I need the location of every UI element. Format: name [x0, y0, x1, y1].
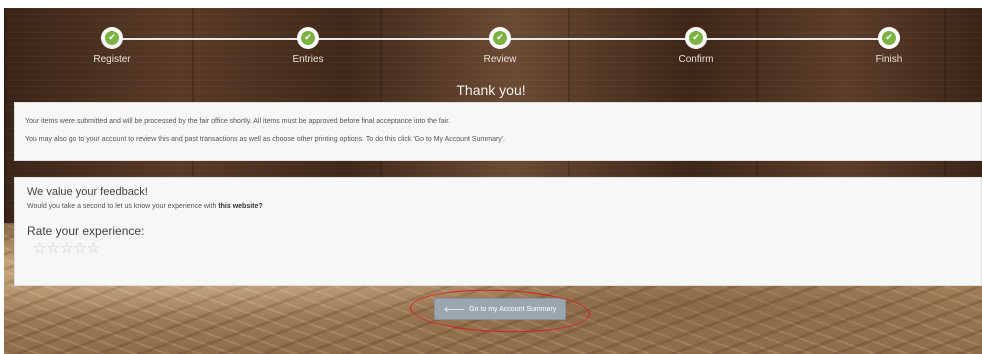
step-circle: ✔	[685, 27, 707, 49]
feedback-heading: We value your feedback!	[27, 186, 148, 198]
step-circle: ✔	[489, 27, 511, 49]
step-label: Register	[93, 54, 131, 65]
feedback-panel: We value your feedback! Would you take a…	[14, 177, 982, 286]
step-confirm: ✔ Confirm	[636, 27, 756, 65]
step-review: ✔ Review	[440, 27, 560, 65]
page-title: Thank you!	[456, 82, 526, 98]
check-icon: ✔	[105, 31, 119, 45]
step-label: Confirm	[678, 54, 714, 65]
rate-heading: Rate your experience:	[27, 224, 145, 238]
page: ✔ Register ✔ Entries ✔ Review ✔ Confirm …	[0, 0, 982, 354]
star-icon[interactable]: ☆	[46, 240, 59, 256]
step-label: Entries	[292, 54, 324, 65]
step-register: ✔ Register	[52, 27, 172, 65]
step-circle: ✔	[297, 27, 319, 49]
confirmation-message: Your items were submitted and will be pr…	[25, 118, 451, 125]
star-icon[interactable]: ☆	[33, 240, 46, 256]
account-instructions: You may also go to your account to revie…	[25, 136, 506, 143]
star-rating[interactable]: ☆ ☆ ☆ ☆ ☆	[27, 240, 971, 256]
confirmation-panel: Your items were submitted and will be pr…	[14, 102, 982, 161]
check-icon: ✔	[301, 31, 315, 45]
step-entries: ✔ Entries	[248, 27, 368, 65]
feedback-website-link[interactable]: this website?	[218, 203, 262, 210]
step-circle: ✔	[878, 27, 900, 49]
step-label: Finish	[875, 54, 903, 65]
step-circle: ✔	[101, 27, 123, 49]
check-icon: ✔	[689, 31, 703, 45]
feedback-question-text: Would you take a second to let us know y…	[27, 203, 219, 210]
check-icon: ✔	[882, 31, 896, 45]
star-icon[interactable]: ☆	[73, 240, 86, 256]
check-icon: ✔	[493, 31, 507, 45]
step-finish: ✔ Finish	[829, 27, 949, 65]
star-icon[interactable]: ☆	[60, 240, 73, 256]
star-icon[interactable]: ☆	[87, 240, 100, 256]
feedback-question: Would you take a second to let us know y…	[27, 203, 971, 210]
step-label: Review	[483, 54, 517, 65]
